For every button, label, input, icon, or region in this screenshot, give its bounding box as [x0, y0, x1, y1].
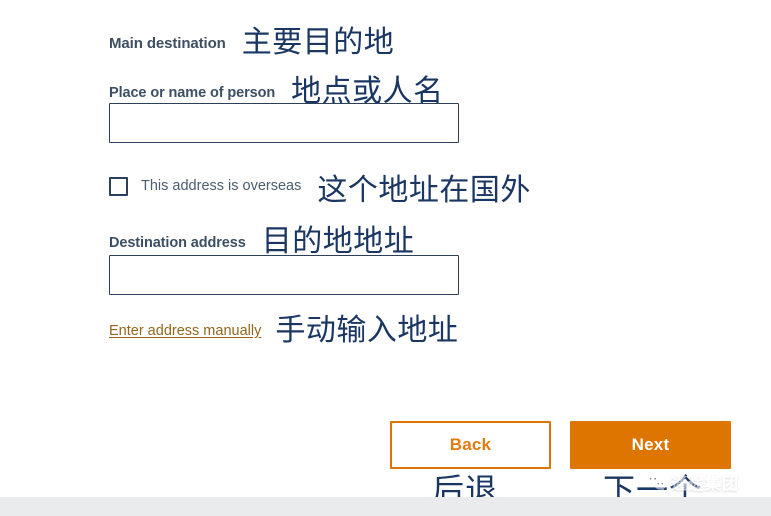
overseas-checkbox-row[interactable]: This address is overseas 这个地址在国外: [109, 171, 531, 206]
destination-address-input[interactable]: [109, 255, 459, 295]
next-button[interactable]: Next: [570, 421, 731, 469]
place-field-label-row: Place or name of person 地点或人名: [109, 73, 444, 107]
overseas-checkbox[interactable]: [109, 176, 128, 196]
enter-address-manually-link[interactable]: Enter address manually: [109, 323, 261, 339]
main-destination-heading: Main destination: [109, 35, 226, 52]
main-destination-heading-row: Main destination 主要目的地: [109, 24, 394, 58]
address-field-label: Destination address: [109, 235, 246, 251]
footer-strip: [0, 497, 771, 516]
form-page: Main destination 主要目的地 Place or name of …: [0, 0, 771, 516]
address-field-label-row: Destination address 目的地地址: [109, 223, 414, 257]
main-destination-heading-translation: 主要目的地: [241, 25, 395, 60]
back-button[interactable]: Back: [390, 421, 551, 469]
enter-address-manually-translation: 手动输入地址: [275, 313, 459, 348]
address-field-label-translation: 目的地地址: [261, 224, 415, 259]
place-field-label: Place or name of person: [109, 85, 276, 101]
place-or-name-input[interactable]: [109, 103, 459, 143]
overseas-checkbox-label-translation: 这个地址在国外: [317, 173, 531, 208]
overseas-checkbox-label: This address is overseas: [141, 178, 302, 194]
manual-link-row: Enter address manually 手动输入地址: [109, 311, 458, 346]
